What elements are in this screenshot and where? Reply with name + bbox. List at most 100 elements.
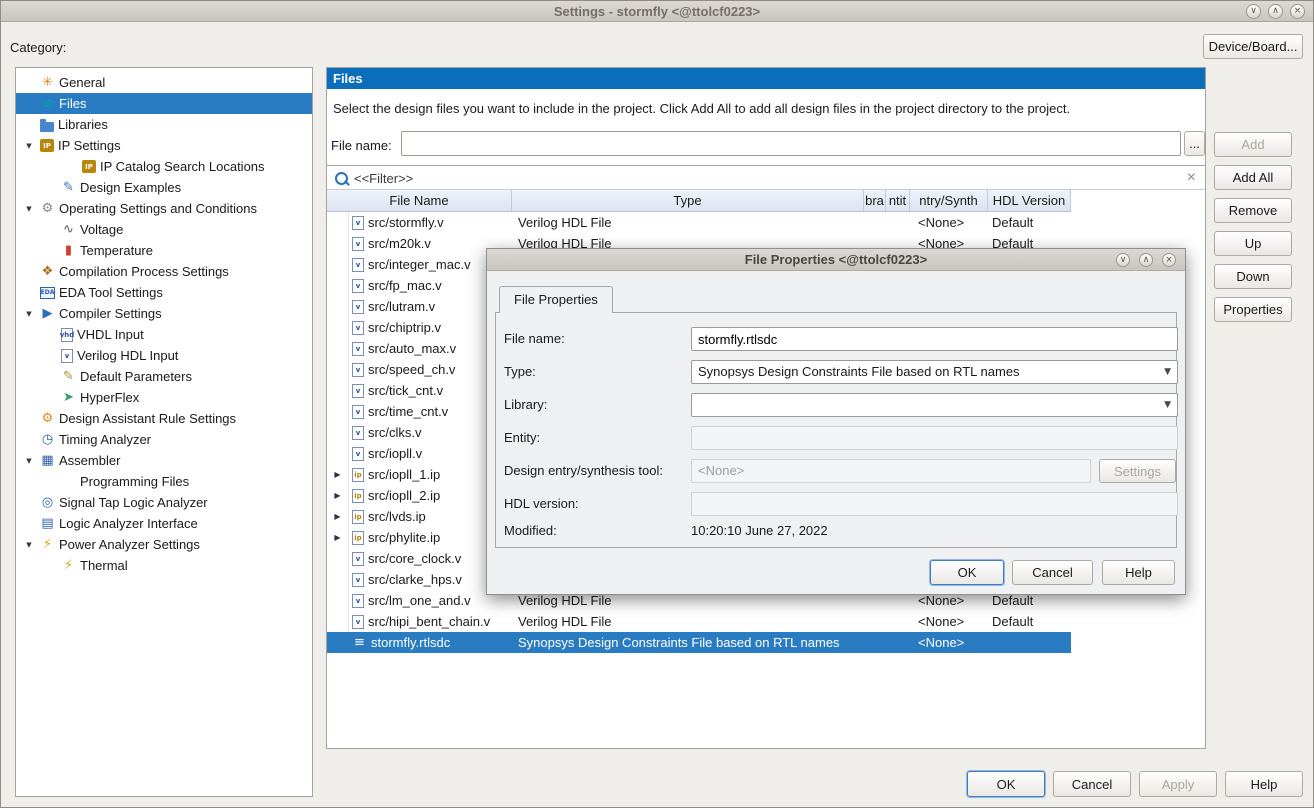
dialog-ok-button[interactable]: OK: [930, 560, 1004, 585]
expand-arrow-icon[interactable]: ▶: [327, 506, 349, 527]
file-name-text: src/iopll.v: [368, 446, 422, 461]
sidebar-item-design-assistant-rule-settings[interactable]: ⚙Design Assistant Rule Settings: [16, 408, 312, 429]
power-bolt-icon: ⚡: [40, 537, 55, 552]
verilog-icon: v: [352, 342, 364, 356]
hdl-version-cell: [988, 632, 1071, 653]
sidebar-item-compiler-settings[interactable]: ▼▶Compiler Settings: [16, 303, 312, 324]
sidebar-item-operating-settings-and-conditions[interactable]: ▼⚙Operating Settings and Conditions: [16, 198, 312, 219]
expand-arrow-icon[interactable]: ▶: [327, 527, 349, 548]
dialog-close-icon[interactable]: ×: [1162, 253, 1176, 267]
file-name-text: stormfly.rtlsdc: [371, 635, 450, 650]
row-gutter: [327, 317, 349, 338]
add-all-button[interactable]: Add All: [1214, 165, 1292, 190]
row-gutter: [327, 212, 349, 233]
dialog-help-button[interactable]: Help: [1102, 560, 1175, 585]
entity-cell: [886, 632, 910, 653]
dialog-file-name-input[interactable]: [691, 327, 1178, 351]
properties-button[interactable]: Properties: [1214, 297, 1292, 322]
sidebar-item-label: Voltage: [80, 222, 123, 237]
sidebar-item-design-examples[interactable]: ✎Design Examples: [16, 177, 312, 198]
modified-value: 10:20:10 June 27, 2022: [691, 519, 828, 543]
sidebar-item-ip-catalog-search-locations[interactable]: IPIP Catalog Search Locations: [16, 156, 312, 177]
filter-input-text[interactable]: <<Filter>>: [354, 166, 413, 191]
verilog-icon: v: [352, 426, 364, 440]
down-button[interactable]: Down: [1214, 264, 1292, 289]
clear-filter-icon[interactable]: ×: [1187, 166, 1196, 190]
up-button[interactable]: Up: [1214, 231, 1292, 256]
sidebar-item-vhdl-input[interactable]: vhdVHDL Input: [16, 324, 312, 345]
window-title: Settings - stormfly <@ttolcf0223>: [1, 1, 1313, 22]
dialog-titlebar[interactable]: File Properties <@ttolcf0223> ∨ ∧ ×: [487, 249, 1185, 271]
verilog-icon: v: [352, 405, 364, 419]
sidebar-item-signal-tap-logic-analyzer[interactable]: ◎Signal Tap Logic Analyzer: [16, 492, 312, 513]
expand-arrow-icon[interactable]: ▶: [327, 464, 349, 485]
device-board-button[interactable]: Device/Board...: [1203, 34, 1303, 59]
remove-button[interactable]: Remove: [1214, 198, 1292, 223]
type-select[interactable]: Synopsys Design Constraints File based o…: [691, 360, 1178, 384]
modified-row: Modified: 10:20:10 June 27, 2022: [504, 519, 1168, 543]
sidebar-item-power-analyzer-settings[interactable]: ▼⚡Power Analyzer Settings: [16, 534, 312, 555]
cancel-button[interactable]: Cancel: [1053, 771, 1131, 797]
design-assistant-icon: ⚙: [40, 411, 55, 426]
design-entry-row: Design entry/synthesis tool: <None> Sett…: [504, 459, 1168, 483]
tab-file-properties[interactable]: File Properties: [499, 286, 613, 313]
sidebar-item-compilation-process-settings[interactable]: ❖Compilation Process Settings: [16, 261, 312, 282]
browse-button[interactable]: ...: [1184, 131, 1205, 156]
maximize-icon[interactable]: ∧: [1268, 4, 1283, 19]
sidebar-item-voltage[interactable]: ∿Voltage: [16, 219, 312, 240]
expander-icon[interactable]: ▼: [22, 457, 36, 465]
sidebar-item-label: Design Examples: [80, 180, 181, 195]
hyperflex-icon: ➤: [61, 390, 76, 405]
sidebar-item-ip-settings[interactable]: ▼IPIP Settings: [16, 135, 312, 156]
column-header-library[interactable]: bra: [864, 190, 886, 211]
column-header-entity[interactable]: ntit: [886, 190, 910, 211]
column-header-entry-synth[interactable]: ntry/Synth: [910, 190, 988, 211]
sidebar-item-thermal[interactable]: ⚡Thermal: [16, 555, 312, 576]
sidebar-item-general[interactable]: ✳General: [16, 72, 312, 93]
sidebar-item-logic-analyzer-interface[interactable]: ▤Logic Analyzer Interface: [16, 513, 312, 534]
chevron-down-icon: ▼: [1164, 394, 1171, 416]
dialog-maximize-icon[interactable]: ∧: [1139, 253, 1153, 267]
sidebar-item-default-parameters[interactable]: ✎Default Parameters: [16, 366, 312, 387]
column-header-file-name[interactable]: File Name: [327, 190, 512, 211]
verilog-icon: v: [352, 384, 364, 398]
sidebar-item-files[interactable]: ≡Files: [16, 93, 312, 114]
dialog-minimize-icon[interactable]: ∨: [1116, 253, 1130, 267]
minimize-icon[interactable]: ∨: [1246, 4, 1261, 19]
expander-icon[interactable]: ▼: [22, 310, 36, 318]
sidebar-item-libraries[interactable]: Libraries: [16, 114, 312, 135]
sidebar-item-assembler[interactable]: ▼▦Assembler: [16, 450, 312, 471]
file-name-cell: ≡stormfly.rtlsdc: [349, 632, 512, 653]
sidebar-item-label: Operating Settings and Conditions: [59, 201, 257, 216]
help-button[interactable]: Help: [1225, 771, 1303, 797]
file-name-cell: vsrc/stormfly.v: [349, 212, 512, 233]
type-cell: Verilog HDL File: [512, 611, 864, 632]
logic-analyzer-icon: ▤: [40, 516, 55, 531]
dialog-cancel-button[interactable]: Cancel: [1012, 560, 1093, 585]
expander-icon[interactable]: ▼: [22, 142, 36, 150]
filter-box[interactable]: <<Filter>> ×: [327, 165, 1205, 190]
ok-button[interactable]: OK: [967, 771, 1045, 797]
expander-icon[interactable]: ▼: [22, 205, 36, 213]
expand-arrow-icon[interactable]: ▶: [327, 485, 349, 506]
sidebar-item-eda-tool-settings[interactable]: EDAEDA Tool Settings: [16, 282, 312, 303]
sidebar-item-verilog-hdl-input[interactable]: vVerilog HDL Input: [16, 345, 312, 366]
sidebar-item-programming-files[interactable]: Programming Files: [16, 471, 312, 492]
table-row[interactable]: vsrc/stormfly.vVerilog HDL File<None>Def…: [327, 212, 1071, 233]
table-row[interactable]: ≡stormfly.rtlsdcSynopsys Design Constrai…: [327, 632, 1071, 653]
sidebar-item-temperature[interactable]: ▮Temperature: [16, 240, 312, 261]
file-name-text: src/clarke_hps.v: [368, 572, 462, 587]
file-name-input[interactable]: [401, 131, 1181, 156]
file-name-text: src/iopll_2.ip: [368, 488, 440, 503]
sidebar-item-timing-analyzer[interactable]: ◷Timing Analyzer: [16, 429, 312, 450]
close-icon[interactable]: ×: [1290, 4, 1305, 19]
column-header-hdl-version[interactable]: HDL Version: [988, 190, 1071, 211]
table-row[interactable]: vsrc/hipi_bent_chain.vVerilog HDL File<N…: [327, 611, 1071, 632]
sidebar-item-label: Assembler: [59, 453, 120, 468]
sidebar-item-hyperflex[interactable]: ➤HyperFlex: [16, 387, 312, 408]
column-header-type[interactable]: Type: [512, 190, 864, 211]
expander-icon[interactable]: ▼: [22, 541, 36, 549]
temperature-icon: ▮: [61, 243, 76, 258]
row-gutter: [327, 569, 349, 590]
library-select[interactable]: ▼: [691, 393, 1178, 417]
